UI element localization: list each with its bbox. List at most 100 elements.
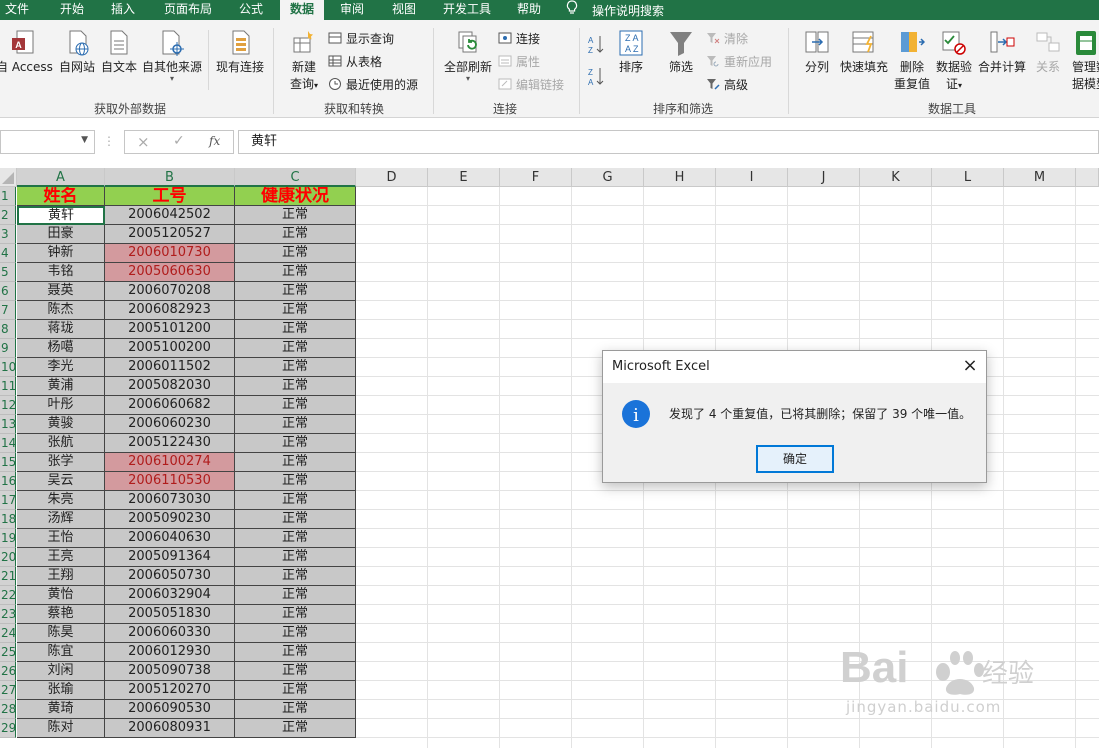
close-icon[interactable]: × (954, 351, 986, 383)
status-cell[interactable]: 正常 (235, 472, 356, 491)
name-cell[interactable]: 黄骏 (17, 415, 105, 434)
name-cell[interactable]: 蒋珑 (17, 320, 105, 339)
tell-me-search[interactable]: 操作说明搜索 (566, 0, 676, 20)
name-cell[interactable]: 王翔 (17, 567, 105, 586)
status-cell[interactable]: 正常 (235, 491, 356, 510)
tab-help[interactable]: 帮助 (509, 0, 549, 20)
status-cell[interactable]: 正常 (235, 586, 356, 605)
tab-insert[interactable]: 插入 (101, 0, 145, 20)
name-cell[interactable]: 黄浦 (17, 377, 105, 396)
name-cell[interactable]: 韦铭 (17, 263, 105, 282)
row-header[interactable]: 21 (0, 567, 16, 586)
id-cell[interactable]: 2006050730 (105, 567, 235, 586)
status-cell[interactable]: 正常 (235, 605, 356, 624)
status-cell[interactable]: 正常 (235, 339, 356, 358)
name-cell[interactable]: 陈宜 (17, 643, 105, 662)
column-header-j[interactable]: J (788, 168, 860, 187)
id-cell[interactable]: 2006090530 (105, 700, 235, 719)
table-header-cell[interactable]: 工号 (105, 187, 235, 206)
column-header-i[interactable]: I (716, 168, 788, 187)
status-cell[interactable]: 正常 (235, 263, 356, 282)
name-cell[interactable]: 朱亮 (17, 491, 105, 510)
row-header[interactable]: 8 (0, 320, 16, 339)
name-cell[interactable]: 吴云 (17, 472, 105, 491)
column-header-f[interactable]: F (500, 168, 572, 187)
row-header[interactable]: 10 (0, 358, 16, 377)
id-cell[interactable]: 2005101200 (105, 320, 235, 339)
id-cell[interactable]: 2006042502 (105, 206, 235, 225)
show-queries-button[interactable]: 显示查询 (328, 30, 394, 48)
id-cell[interactable]: 2005122430 (105, 434, 235, 453)
row-header[interactable]: 12 (0, 396, 16, 415)
column-header-k[interactable]: K (860, 168, 932, 187)
manage-data-model-button[interactable]: 管理数 据模型 (1068, 28, 1099, 92)
name-cell[interactable]: 黄轩 (17, 206, 105, 225)
row-header[interactable]: 18 (0, 510, 16, 529)
id-cell[interactable]: 2006073030 (105, 491, 235, 510)
status-cell[interactable]: 正常 (235, 567, 356, 586)
column-header-a[interactable]: A (17, 168, 105, 187)
row-header[interactable]: 7 (0, 301, 16, 320)
tab-file[interactable]: 文件 (0, 0, 34, 20)
filter-button[interactable]: 筛选 (662, 28, 700, 75)
id-cell[interactable]: 2005120270 (105, 681, 235, 700)
id-cell[interactable]: 2005090230 (105, 510, 235, 529)
status-cell[interactable]: 正常 (235, 396, 356, 415)
row-header[interactable]: 17 (0, 491, 16, 510)
id-cell[interactable]: 2006110530 (105, 472, 235, 491)
recent-sources-button[interactable]: 最近使用的源 (328, 76, 418, 94)
from-other-sources-button[interactable]: 自其他来源 ▾ (140, 28, 204, 83)
tab-home[interactable]: 开始 (50, 0, 94, 20)
column-header-m[interactable]: M (1004, 168, 1076, 187)
remove-duplicates-button[interactable]: 删除 重复值 (892, 28, 932, 92)
data-validation-button[interactable]: 数据验 证▾ (934, 28, 974, 92)
name-cell[interactable]: 张航 (17, 434, 105, 453)
name-cell[interactable]: 王亮 (17, 548, 105, 567)
id-cell[interactable]: 2005090738 (105, 662, 235, 681)
properties-button[interactable]: 属性 (498, 53, 540, 71)
status-cell[interactable]: 正常 (235, 643, 356, 662)
row-header[interactable]: 24 (0, 624, 16, 643)
name-cell[interactable]: 蔡艳 (17, 605, 105, 624)
status-cell[interactable]: 正常 (235, 681, 356, 700)
row-header[interactable]: 16 (0, 472, 16, 491)
row-header[interactable]: 6 (0, 282, 16, 301)
name-cell[interactable]: 黄琦 (17, 700, 105, 719)
existing-connections-button[interactable]: 现有连接 (214, 28, 266, 75)
clear-filter-button[interactable]: 清除 (706, 30, 748, 48)
column-header-d[interactable]: D (356, 168, 428, 187)
name-cell[interactable]: 钟新 (17, 244, 105, 263)
insert-function-icon[interactable]: fx (209, 134, 220, 148)
from-text-button[interactable]: 自文本 (99, 28, 139, 75)
status-cell[interactable]: 正常 (235, 548, 356, 567)
tab-developer[interactable]: 开发工具 (436, 0, 498, 20)
connections-button[interactable]: 连接 (498, 30, 540, 48)
row-header[interactable]: 5 (0, 263, 16, 282)
name-cell[interactable]: 田豪 (17, 225, 105, 244)
column-header-e[interactable]: E (428, 168, 500, 187)
name-cell[interactable]: 张学 (17, 453, 105, 472)
table-header-cell[interactable]: 姓名 (17, 187, 105, 206)
id-cell[interactable]: 2006012930 (105, 643, 235, 662)
status-cell[interactable]: 正常 (235, 301, 356, 320)
row-header[interactable]: 4 (0, 244, 16, 263)
status-cell[interactable]: 正常 (235, 377, 356, 396)
row-header[interactable]: 14 (0, 434, 16, 453)
name-cell[interactable]: 陈昊 (17, 624, 105, 643)
id-cell[interactable]: 2006040630 (105, 529, 235, 548)
table-header-cell[interactable]: 健康状况 (235, 187, 356, 206)
tab-view[interactable]: 视图 (384, 0, 424, 20)
status-cell[interactable]: 正常 (235, 244, 356, 263)
column-header-b[interactable]: B (105, 168, 235, 187)
id-cell[interactable]: 2006060682 (105, 396, 235, 415)
text-to-columns-button[interactable]: 分列 (800, 28, 834, 75)
id-cell[interactable]: 2005091364 (105, 548, 235, 567)
name-box[interactable]: ▼ (0, 130, 95, 154)
row-header[interactable]: 11 (0, 377, 16, 396)
id-cell[interactable]: 2006060230 (105, 415, 235, 434)
status-cell[interactable]: 正常 (235, 320, 356, 339)
status-cell[interactable]: 正常 (235, 415, 356, 434)
id-cell[interactable]: 2006100274 (105, 453, 235, 472)
name-cell[interactable]: 汤辉 (17, 510, 105, 529)
from-table-button[interactable]: 从表格 (328, 53, 382, 71)
